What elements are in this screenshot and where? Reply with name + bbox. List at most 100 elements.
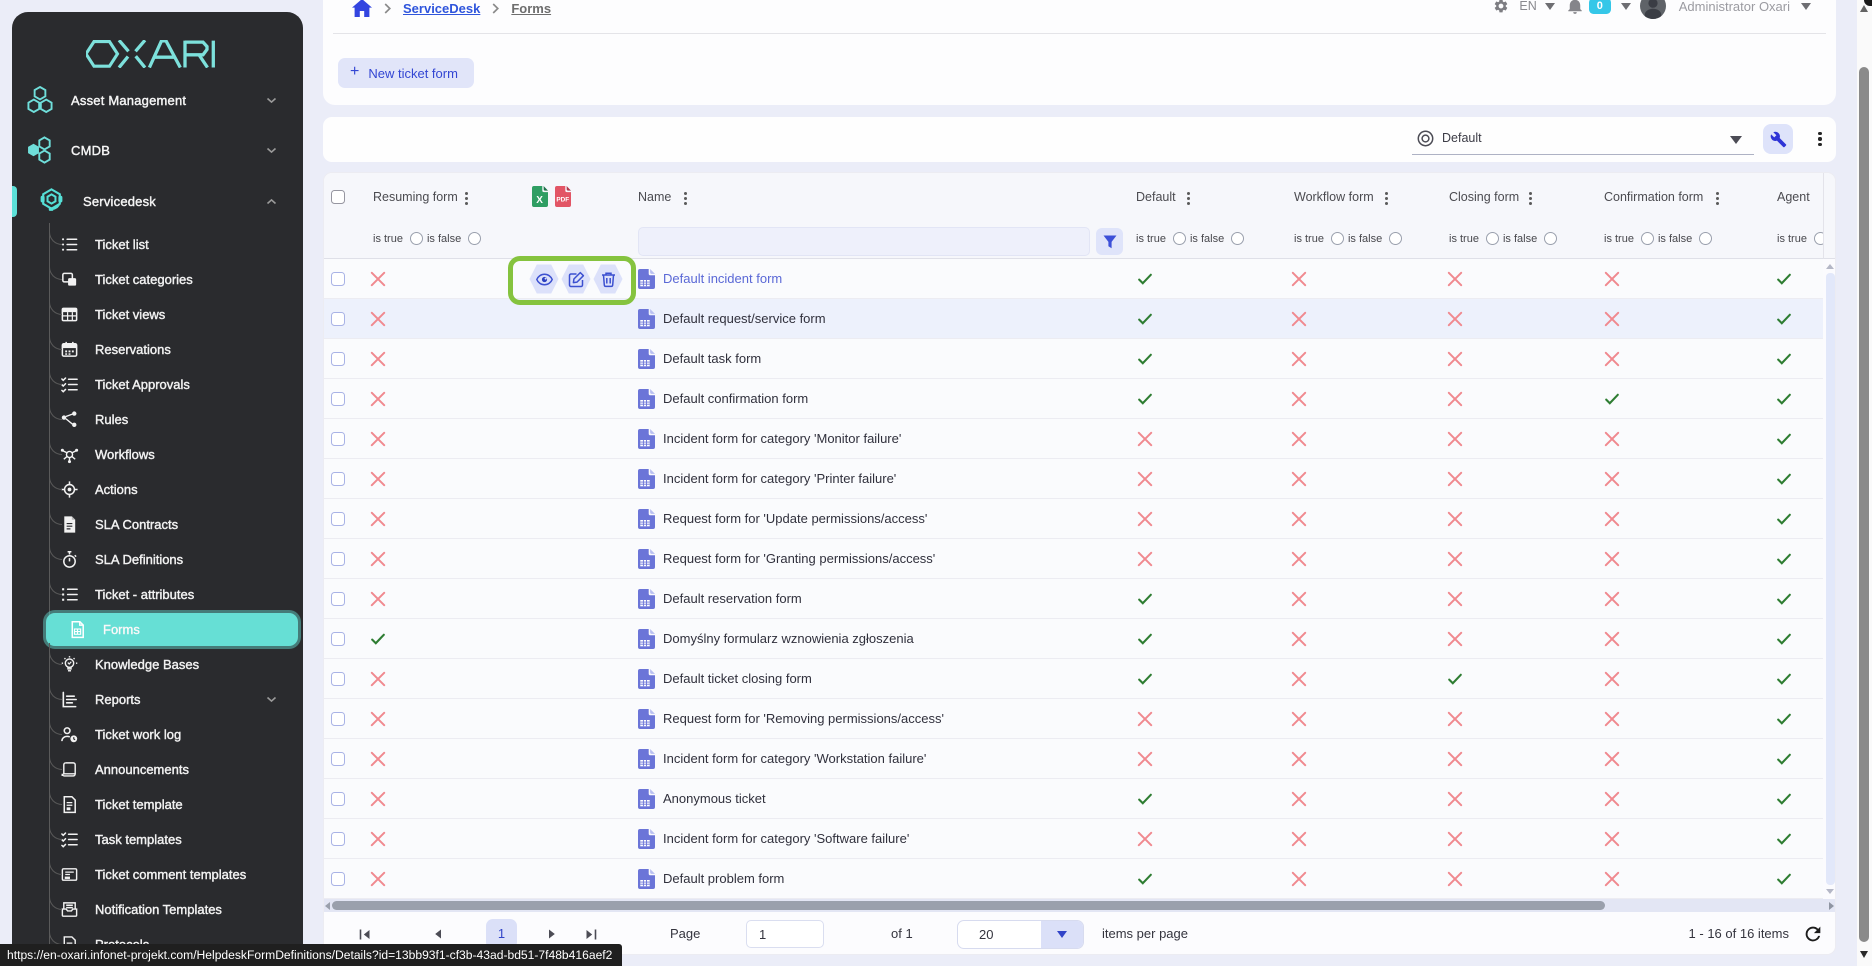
refresh-button[interactable]: [1802, 923, 1824, 945]
edit-button[interactable]: [561, 264, 591, 294]
sidebar-item-ticket-template[interactable]: Ticket template: [12, 787, 303, 822]
row-checkbox[interactable]: [331, 832, 345, 846]
row-name[interactable]: Request form for 'Granting permissions/a…: [663, 539, 935, 579]
table-row[interactable]: Incident form for category 'Monitor fail…: [324, 419, 1823, 459]
row-checkbox[interactable]: [331, 472, 345, 486]
table-row[interactable]: Default ticket closing form: [324, 659, 1823, 699]
sidebar-item-ticket-work-log[interactable]: Ticket work log: [12, 717, 303, 752]
row-checkbox[interactable]: [331, 432, 345, 446]
column-header-resuming[interactable]: Resuming form: [373, 173, 458, 221]
table-row[interactable]: Default request/service form: [324, 299, 1823, 339]
row-checkbox[interactable]: [331, 392, 345, 406]
name-filter-input[interactable]: [638, 227, 1090, 256]
row-checkbox[interactable]: [331, 552, 345, 566]
table-row[interactable]: Request form for 'Removing permissions/a…: [324, 699, 1823, 739]
vertical-scroll-track[interactable]: [1826, 273, 1835, 885]
grid-horizontal-scrollbar[interactable]: [324, 899, 1836, 912]
filter-is-false-radio[interactable]: [1544, 232, 1557, 245]
table-row[interactable]: Incident form for category 'Software fai…: [324, 819, 1823, 859]
row-checkbox[interactable]: [331, 512, 345, 526]
column-menu-resuming[interactable]: [465, 190, 468, 208]
chevron-down-icon[interactable]: [1545, 0, 1555, 15]
sidebar-item-reservations[interactable]: Reservations: [12, 332, 303, 367]
user-name[interactable]: Administrator Oxari: [1679, 0, 1790, 14]
row-name[interactable]: Default problem form: [663, 859, 784, 899]
column-menu-workflow[interactable]: [1385, 190, 1388, 208]
scroll-up-arrow-icon[interactable]: [1826, 264, 1834, 269]
column-header-agent[interactable]: Agent: [1777, 173, 1810, 221]
breadcrumb-forms-current[interactable]: Forms: [511, 1, 551, 16]
breadcrumb-servicedesk-link[interactable]: ServiceDesk: [403, 1, 480, 16]
table-row[interactable]: Anonymous ticket: [324, 779, 1823, 819]
column-header-name[interactable]: Name: [638, 173, 671, 221]
sidebar-item-rules[interactable]: Rules: [12, 402, 303, 437]
row-checkbox[interactable]: [331, 272, 345, 286]
filter-is-false-radio[interactable]: [1699, 232, 1712, 245]
column-header-workflow[interactable]: Workflow form: [1294, 173, 1374, 221]
sidebar-item-sla-definitions[interactable]: SLA Definitions: [12, 542, 303, 577]
sidebar-item-ticket-comment-templates[interactable]: Ticket comment templates: [12, 857, 303, 892]
table-row[interactable]: Default task form: [324, 339, 1823, 379]
table-row[interactable]: Default incident form: [324, 259, 1823, 299]
new-ticket-form-button[interactable]: + New ticket form: [338, 58, 474, 88]
sidebar-item-knowledge-bases[interactable]: Knowledge Bases: [12, 647, 303, 682]
column-header-closing[interactable]: Closing form: [1449, 173, 1519, 221]
table-row[interactable]: Incident form for category 'Printer fail…: [324, 459, 1823, 499]
filter-is-true-radio[interactable]: [1814, 232, 1823, 245]
settings-gear-icon[interactable]: [1493, 0, 1509, 14]
column-header-default[interactable]: Default: [1136, 173, 1176, 221]
sidebar-item-announcements[interactable]: Announcements: [12, 752, 303, 787]
filter-is-false-radio[interactable]: [1389, 232, 1402, 245]
filter-is-true-radio[interactable]: [1641, 232, 1654, 245]
row-name[interactable]: Incident form for category 'Monitor fail…: [663, 419, 901, 459]
sidebar-item-forms[interactable]: Forms: [12, 612, 303, 647]
view-button[interactable]: [529, 264, 559, 294]
row-checkbox[interactable]: [331, 712, 345, 726]
delete-button[interactable]: [593, 264, 623, 294]
home-icon[interactable]: [352, 0, 372, 17]
sidebar-item-ticket-views[interactable]: Ticket views: [12, 297, 303, 332]
sidebar-item-cmdb[interactable]: CMDB: [12, 133, 303, 167]
row-name[interactable]: Incident form for category 'Workstation …: [663, 739, 926, 779]
row-checkbox[interactable]: [331, 352, 345, 366]
sidebar-item-ticket-categories[interactable]: Ticket categories: [12, 262, 303, 297]
row-checkbox[interactable]: [331, 872, 345, 886]
pdf-export-icon[interactable]: PDF: [555, 186, 571, 207]
row-name[interactable]: Default ticket closing form: [663, 659, 812, 699]
row-name[interactable]: Domyślny formularz wznowienia zgłoszenia: [663, 619, 914, 659]
sidebar-item-notification-templates[interactable]: Notification Templates: [12, 892, 303, 927]
scroll-up-arrow-icon[interactable]: [1860, 5, 1868, 12]
horizontal-scroll-thumb[interactable]: [332, 901, 1605, 910]
row-name[interactable]: Default request/service form: [663, 299, 826, 339]
table-row[interactable]: Default confirmation form: [324, 379, 1823, 419]
scroll-left-arrow-icon[interactable]: [325, 902, 330, 910]
sidebar-item-asset-management[interactable]: Asset Management: [12, 83, 303, 117]
column-menu-confirmation[interactable]: [1716, 190, 1719, 208]
scrollbar-thumb[interactable]: [1859, 67, 1869, 942]
filter-is-true-radio[interactable]: [1486, 232, 1499, 245]
sidebar-item-actions[interactable]: Actions: [12, 472, 303, 507]
sidebar-item-reports[interactable]: Reports: [12, 682, 303, 717]
scroll-down-arrow-icon[interactable]: [1860, 951, 1868, 958]
row-name[interactable]: Request form for 'Update permissions/acc…: [663, 499, 927, 539]
table-row[interactable]: Request form for 'Granting permissions/a…: [324, 539, 1823, 579]
row-name[interactable]: Default task form: [663, 339, 761, 379]
page-number-input[interactable]: [746, 920, 824, 948]
user-avatar[interactable]: [1640, 0, 1666, 19]
page-size-select[interactable]: 20: [957, 920, 1084, 949]
sidebar-item-ticket-approvals[interactable]: Ticket Approvals: [12, 367, 303, 402]
filter-is-false-radio[interactable]: [1231, 232, 1244, 245]
column-menu-name[interactable]: [684, 190, 687, 208]
chevron-down-icon[interactable]: [1621, 0, 1631, 15]
row-checkbox[interactable]: [331, 312, 345, 326]
notification-count-badge[interactable]: 0: [1589, 0, 1611, 14]
notifications-bell-icon[interactable]: [1568, 0, 1582, 14]
grid-settings-button[interactable]: [1763, 124, 1793, 154]
filter-is-true-radio[interactable]: [410, 232, 423, 245]
row-checkbox[interactable]: [331, 592, 345, 606]
grid-vertical-scrollbar[interactable]: [1823, 259, 1836, 899]
row-name-link[interactable]: Default incident form: [663, 259, 782, 299]
sidebar-item-servicedesk[interactable]: Servicedesk: [12, 184, 303, 218]
browser-scrollbar[interactable]: [1857, 0, 1872, 966]
row-checkbox[interactable]: [331, 752, 345, 766]
